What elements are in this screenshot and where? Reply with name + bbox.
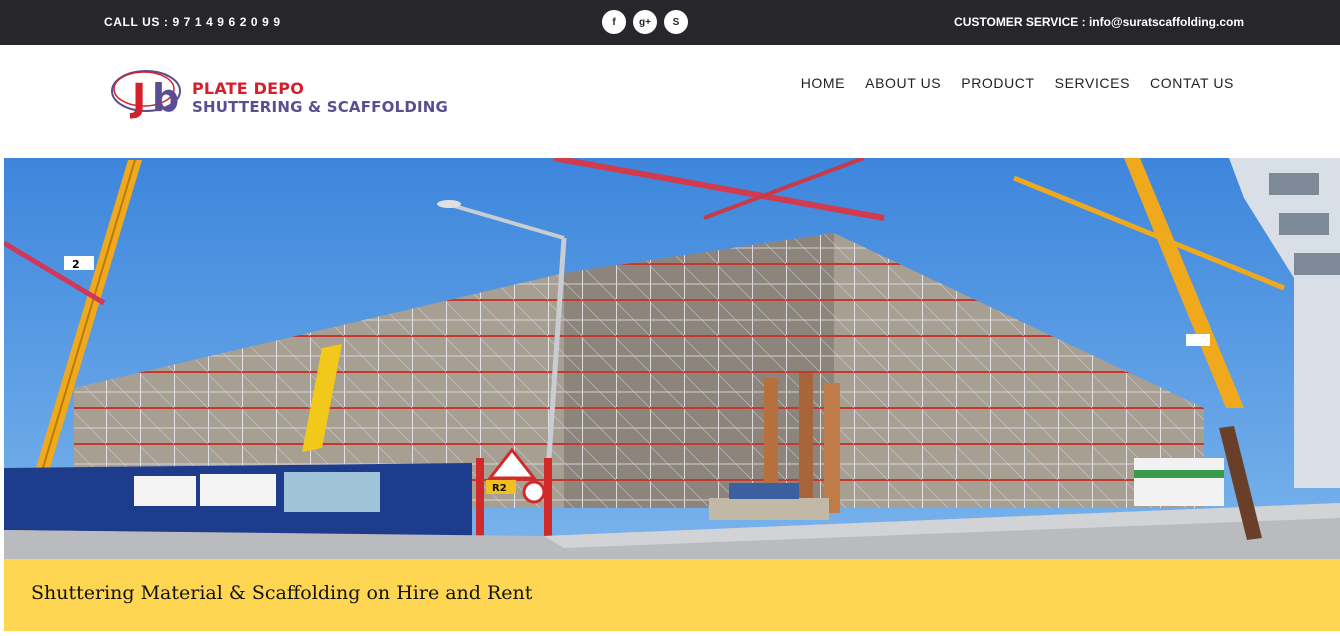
main-nav: HOME ABOUT US PRODUCT SERVICES CONTAT US [801,75,1234,91]
construction-site-illustration: 2 R2 [4,158,1340,559]
call-us-text: CALL US : 9 7 1 4 9 6 2 0 9 9 [104,15,281,29]
sign-label: R2 [492,483,507,494]
customer-service-text[interactable]: CUSTOMER SERVICE : info@suratscaffolding… [954,15,1244,29]
logo-line-2: SHUTTERING & SCAFFOLDING [192,98,449,116]
top-bar: CALL US : 9 7 1 4 9 6 2 0 9 9 f g+ S CUS… [0,0,1340,45]
skype-icon[interactable]: S [664,10,688,34]
facebook-icon[interactable]: f [602,10,626,34]
svg-text:b: b [152,76,179,120]
social-links: f g+ S [602,10,688,34]
tagline-text: Shuttering Material & Scaffolding on Hir… [31,582,533,604]
nav-about-us[interactable]: ABOUT US [865,75,941,91]
nav-product[interactable]: PRODUCT [961,75,1034,91]
nav-services[interactable]: SERVICES [1055,75,1130,91]
logo-line-1: PLATE DEPO [192,79,305,98]
site-header: J b PLATE DEPO SHUTTERING & SCAFFOLDING … [0,45,1340,158]
logo-mark-icon: J b [111,70,181,120]
logo[interactable]: J b PLATE DEPO SHUTTERING & SCAFFOLDING [110,65,470,125]
tagline-banner: Shuttering Material & Scaffolding on Hir… [4,559,1340,631]
hero-image: 2 R2 [4,158,1340,559]
svg-text:J: J [129,76,146,120]
nav-home[interactable]: HOME [801,75,845,91]
svg-text:2: 2 [72,258,80,271]
nav-contact-us[interactable]: CONTAT US [1150,75,1234,91]
google-plus-icon[interactable]: g+ [633,10,657,34]
